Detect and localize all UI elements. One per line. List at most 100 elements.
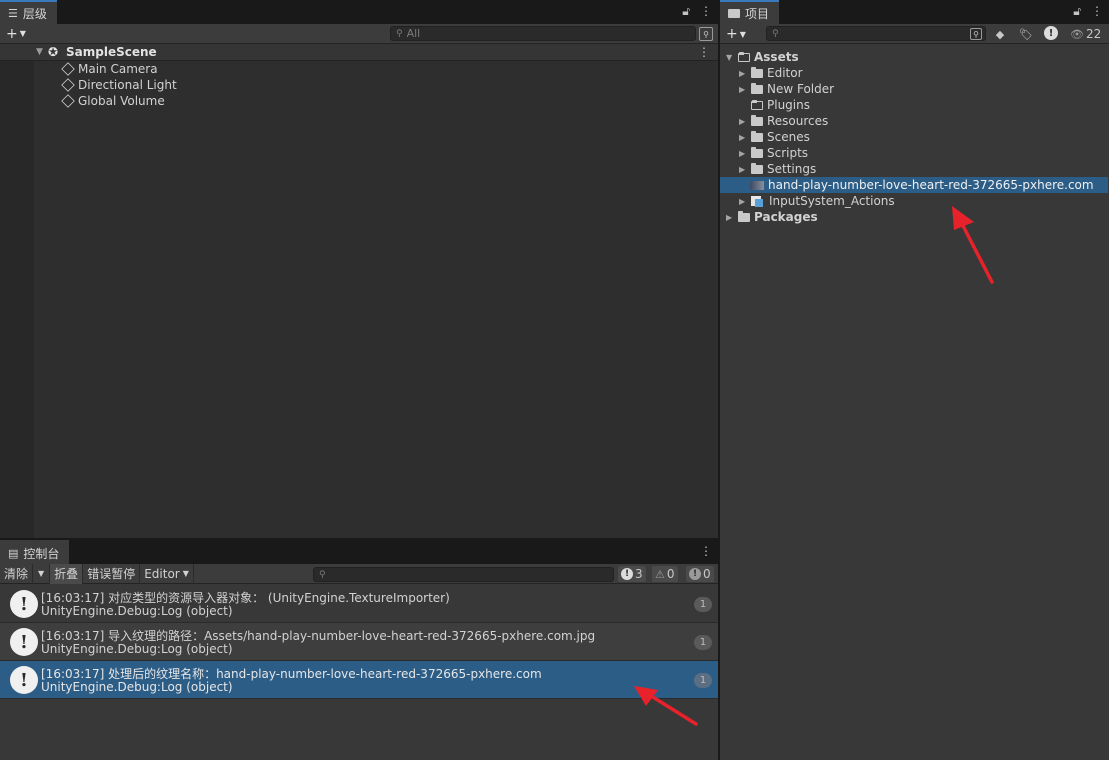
hidden-count: 22 [1085, 27, 1102, 41]
error-count-toggle[interactable]: ! 0 [686, 566, 714, 582]
gameobject-row[interactable]: Main Camera [61, 61, 158, 77]
eye-icon: 👁︎ [1070, 27, 1084, 41]
lock-icon[interactable]: 🔓︎ [682, 4, 690, 19]
kebab-menu-icon[interactable]: ⋮ [700, 544, 712, 558]
plus-icon: + [726, 26, 738, 42]
search-mode-icon[interactable]: ⚲ [970, 28, 982, 40]
scene-search-mode-icon[interactable]: ⚲ [699, 27, 713, 41]
tree-item-inputsystem-actions[interactable]: ▶ InputSystem_Actions [739, 193, 895, 209]
expand-arrow-icon[interactable]: ▼ [726, 53, 738, 62]
tab-hierarchy-label: 层级 [22, 6, 47, 21]
tree-item-new-folder[interactable]: ▶ New Folder [739, 81, 834, 97]
expand-arrow-icon[interactable]: ▶ [739, 133, 751, 142]
expand-arrow-icon[interactable]: ▶ [739, 149, 751, 158]
caret-down-icon: ▼ [19, 29, 26, 38]
tree-item-settings[interactable]: ▶ Settings [739, 161, 816, 177]
folder-icon [751, 82, 763, 94]
create-asset-button[interactable]: + ▼ [720, 26, 758, 42]
project-toolbar: + ▼ ⚲ ⚲ ◆ 🏷︎ ! 👁︎ 22 [720, 24, 1109, 44]
gameobject-cube-icon [61, 94, 75, 108]
collapse-button[interactable]: 折叠 [50, 563, 84, 584]
expand-arrow-icon[interactable]: ▶ [739, 197, 751, 206]
folder-icon [751, 114, 763, 126]
tree-item-label: hand-play-number-love-heart-red-372665-p… [768, 178, 1094, 192]
info-count-toggle[interactable]: ! 3 [618, 566, 646, 582]
tab-project[interactable]: 项目 [720, 0, 780, 24]
clear-button[interactable]: 清除 [0, 563, 34, 584]
hierarchy-gutter [0, 44, 34, 538]
folder-icon [728, 8, 740, 18]
gameobject-row[interactable]: Global Volume [61, 93, 165, 109]
scene-row[interactable]: ▼ ✪ SampleScene ⋮ [0, 44, 718, 61]
tree-item-label: Scenes [767, 130, 810, 144]
kebab-menu-icon[interactable]: ⋮ [700, 4, 712, 19]
info-log-icon: ! [10, 628, 38, 656]
tree-item-plugins[interactable]: Plugins [751, 97, 810, 113]
project-search[interactable]: ⚲ [766, 26, 986, 41]
editor-dropdown[interactable]: Editor ▼ [140, 563, 194, 584]
list-icon: ☰ [8, 6, 18, 20]
warning-count: 0 [666, 567, 675, 581]
gameobject-cube-icon [61, 78, 75, 92]
console-search[interactable]: ⚲ [313, 567, 614, 582]
hidden-packages-toggle[interactable]: 👁︎ 22 [1070, 26, 1101, 42]
tree-item-label: InputSystem_Actions [769, 194, 895, 208]
expand-arrow-icon[interactable]: ▶ [739, 117, 751, 126]
tree-item-scenes[interactable]: ▶ Scenes [739, 129, 810, 145]
tab-hierarchy[interactable]: ☰ 层级 [0, 0, 57, 24]
log-entry-selected[interactable]: ! [16:03:17] 处理后的纹理名称：hand-play-number-l… [0, 661, 718, 699]
console-search-input[interactable] [329, 568, 595, 581]
tab-project-label: 项目 [745, 6, 770, 21]
kebab-menu-icon[interactable]: ⋮ [1091, 4, 1103, 19]
caret-down-icon: ▼ [38, 569, 45, 578]
project-search-input[interactable] [782, 27, 975, 40]
folder-icon [751, 66, 763, 78]
hierarchy-search[interactable]: ⚲ [390, 26, 696, 41]
tree-item-label: Settings [767, 162, 817, 176]
expand-arrow-icon[interactable]: ▶ [739, 85, 751, 94]
tab-console-label: 控制台 [23, 546, 60, 561]
create-button[interactable]: + ▼ [0, 26, 38, 42]
folder-icon [738, 210, 750, 222]
tab-console[interactable]: ▤ 控制台 [0, 540, 70, 564]
expand-arrow-icon[interactable]: ▼ [36, 47, 43, 57]
log-filter-icon[interactable]: ! [1044, 26, 1058, 40]
console-toolbar: 清除 ▼ 折叠 错误暂停 Editor ▼ ⚲ ! 3 ⚠ 0 ! 0 [0, 563, 718, 584]
gameobject-label: Global Volume [78, 94, 165, 108]
expand-arrow-icon[interactable]: ▶ [739, 69, 751, 78]
scene-name: SampleScene [66, 45, 157, 59]
filter-by-label-icon[interactable]: 🏷︎ [1018, 26, 1034, 42]
tree-item-scripts[interactable]: ▶ Scripts [739, 145, 808, 161]
info-count: 3 [635, 567, 643, 581]
error-pause-button[interactable]: 错误暂停 [83, 563, 141, 584]
log-count-badge: 1 [694, 635, 712, 650]
tree-item-assets[interactable]: ▼ Assets [726, 49, 799, 65]
gameobject-row[interactable]: Directional Light [61, 77, 177, 93]
hierarchy-toolbar: +▼ ⚲ ⚲ [0, 24, 718, 44]
clear-options-dropdown[interactable]: ▼ [33, 563, 51, 584]
tree-item-editor[interactable]: ▶ Editor [739, 65, 803, 81]
hierarchy-search-input[interactable] [406, 27, 676, 40]
hierarchy-tree: ▼ ✪ SampleScene ⋮ Main Camera Directiona… [0, 44, 718, 538]
search-icon: ⚲ [772, 28, 779, 39]
expand-arrow-icon[interactable]: ▶ [739, 165, 751, 174]
empty-folder-icon [751, 99, 763, 110]
tree-item-resources[interactable]: ▶ Resources [739, 113, 828, 129]
expand-arrow-icon[interactable]: ▶ [726, 213, 738, 222]
project-panel: 项目 🔓︎ ⋮ +▼ ⚲ ⚲ ◆ 🏷︎ ! 👁︎ 22 ▼ Assets ▶ [720, 0, 1109, 760]
lock-icon[interactable]: 🔓︎ [1073, 4, 1081, 19]
warning-count-toggle[interactable]: ⚠ 0 [652, 566, 678, 582]
console-tabbar: ▤ 控制台 ⋮ [0, 540, 718, 564]
filter-by-type-icon[interactable]: ◆ [992, 26, 1008, 42]
log-entry[interactable]: ! [16:03:17] 导入纹理的路径：Assets/hand-play-nu… [0, 623, 718, 661]
info-log-icon: ! [10, 666, 38, 694]
search-icon: ⚲ [396, 28, 403, 39]
tree-item-texture-selected[interactable]: hand-play-number-love-heart-red-372665-p… [720, 177, 1108, 193]
log-stacktrace: UnityEngine.Debug:Log (object) [41, 604, 233, 618]
log-stacktrace: UnityEngine.Debug:Log (object) [41, 642, 233, 656]
scene-kebab-icon[interactable]: ⋮ [698, 45, 710, 59]
tree-item-label: Scripts [767, 146, 809, 160]
tree-item-packages[interactable]: ▶ Packages [726, 209, 818, 225]
tree-item-label: Resources [767, 114, 829, 128]
log-entry[interactable]: ! [16:03:17] 对应类型的资源导入器对象： (UnityEngine.… [0, 585, 718, 623]
